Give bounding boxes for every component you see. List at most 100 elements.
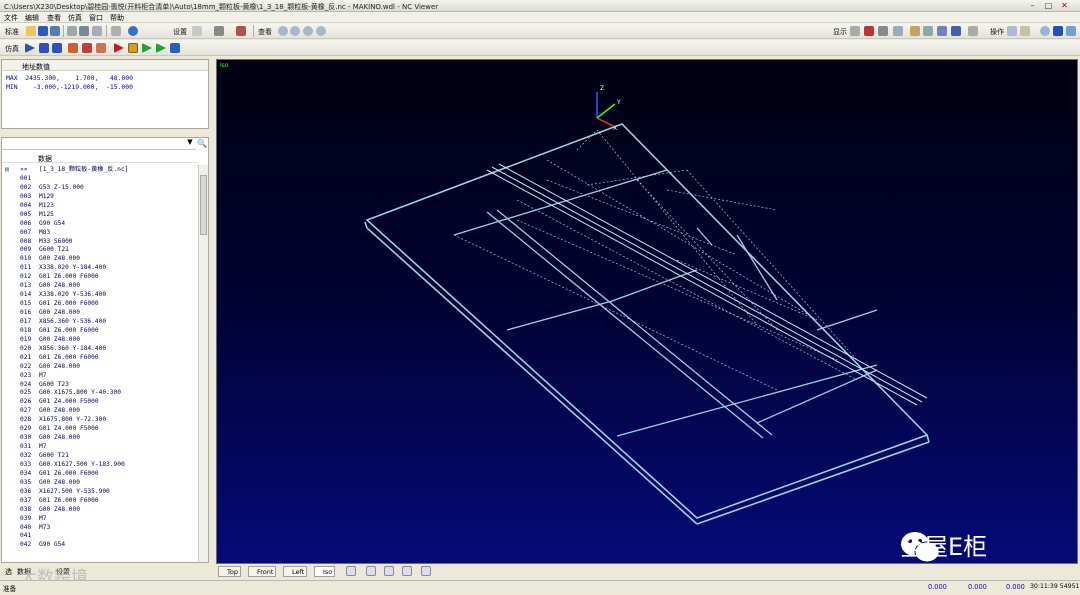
zoom-dynamic-icon[interactable] xyxy=(1040,26,1050,36)
code-line[interactable]: 039 M7 xyxy=(2,514,198,523)
code-line[interactable]: 032 G600 T21 xyxy=(2,451,198,460)
code-line[interactable]: 028 X1675.800 Y-72.300 xyxy=(2,415,198,424)
print-icon[interactable] xyxy=(79,26,89,36)
code-line[interactable]: 037 G01 Z6.000 F6000 xyxy=(2,496,198,505)
code-line-file[interactable]: ▤ »» [1_3_18_颗粒板-黄橡_反.nc] xyxy=(2,165,198,174)
code-line[interactable]: 023 M7 xyxy=(2,371,198,380)
stop-icon[interactable] xyxy=(52,43,62,53)
menu-view[interactable]: 查看 xyxy=(47,13,61,23)
code-line[interactable]: 005 M125 xyxy=(2,210,198,219)
zoom-in-icon[interactable] xyxy=(303,26,313,36)
run-next-icon[interactable] xyxy=(142,43,152,53)
tab-front[interactable]: Front xyxy=(248,566,277,577)
code-line[interactable]: 024 G600 T23 xyxy=(2,380,198,389)
close-button[interactable]: ✕ xyxy=(1058,1,1071,11)
code-line[interactable]: 025 G00 X1675.800 Y-40.300 xyxy=(2,388,198,397)
layout-split-v-icon[interactable] xyxy=(366,566,376,576)
zoom-out-icon[interactable] xyxy=(316,26,326,36)
print-preview-icon[interactable] xyxy=(92,26,102,36)
code-line[interactable]: 016 G00 Z48.000 xyxy=(2,308,198,317)
scroll-thumb[interactable] xyxy=(200,175,207,235)
pan-icon[interactable] xyxy=(1020,26,1030,36)
code-line[interactable]: 033 G00 X1627.500 Y-183.900 xyxy=(2,460,198,469)
code-line[interactable]: 042 G90 G54 xyxy=(2,540,198,549)
code-line[interactable]: 001 xyxy=(2,174,198,183)
display-fit-icon[interactable] xyxy=(968,26,978,36)
code-line[interactable]: 031 M7 xyxy=(2,442,198,451)
code-line[interactable]: 041 xyxy=(2,531,198,540)
menu-simulate[interactable]: 仿真 xyxy=(68,13,82,23)
tab-top[interactable]: Top xyxy=(218,566,241,577)
run-to-icon[interactable] xyxy=(114,43,124,53)
maximize-button[interactable]: □ xyxy=(1042,1,1055,11)
menu-help[interactable]: 帮助 xyxy=(110,13,124,23)
code-line[interactable]: 009 G600 T21 xyxy=(2,245,198,254)
menu-edit[interactable]: 编辑 xyxy=(25,13,39,23)
code-line[interactable]: 035 G00 Z48.000 xyxy=(2,478,198,487)
file-selector[interactable]: ▼ xyxy=(2,138,196,150)
code-line[interactable]: 029 G01 Z4.000 F5000 xyxy=(2,424,198,433)
code-line[interactable]: 021 G01 Z6.000 F6000 xyxy=(2,353,198,362)
code-line[interactable]: 010 G00 Z48.000 xyxy=(2,254,198,263)
open-folder-icon[interactable] xyxy=(26,26,36,36)
tool-icon[interactable] xyxy=(236,26,246,36)
display-shaded-icon[interactable] xyxy=(951,26,961,36)
tab-iso[interactable]: Iso xyxy=(314,566,336,577)
code-line[interactable]: 003 M129 xyxy=(2,192,198,201)
viewport-3d[interactable]: Iso Z Y X xyxy=(216,59,1078,564)
pause-icon[interactable] xyxy=(39,43,49,53)
copy-icon[interactable] xyxy=(67,26,77,36)
code-line[interactable]: 007 M83 xyxy=(2,228,198,237)
display-grid-icon[interactable] xyxy=(850,26,860,36)
code-line[interactable]: 008 M33 S6000 xyxy=(2,237,198,246)
run-loop-icon[interactable] xyxy=(170,43,180,53)
code-line[interactable]: 014 X338.020 Y-536.400 xyxy=(2,290,198,299)
chevron-down-icon[interactable]: ▼ xyxy=(185,138,195,149)
code-line[interactable]: 040 M73 xyxy=(2,523,198,532)
save-icon[interactable] xyxy=(38,26,48,36)
move-icon[interactable] xyxy=(1053,26,1063,36)
code-line[interactable]: 011 X338.020 Y-184.400 xyxy=(2,263,198,272)
help-icon[interactable] xyxy=(128,26,138,36)
code-line[interactable]: 038 G00 Z48.000 xyxy=(2,505,198,514)
menu-window[interactable]: 窗口 xyxy=(89,13,103,23)
code-line[interactable]: 022 G00 Z48.000 xyxy=(2,362,198,371)
code-line[interactable]: 002 G53 Z-15.000 xyxy=(2,183,198,192)
code-line[interactable]: 012 G01 Z6.000 F6000 xyxy=(2,272,198,281)
layout-single-icon[interactable] xyxy=(346,566,356,576)
display-axis-icon[interactable] xyxy=(864,26,874,36)
filter-icon[interactable] xyxy=(214,26,224,36)
settings-grid-icon[interactable] xyxy=(192,26,202,36)
code-line[interactable]: 036 X1627.500 Y-535.900 xyxy=(2,487,198,496)
code-scrollbar[interactable] xyxy=(198,165,208,562)
rotate-icon[interactable] xyxy=(1007,26,1017,36)
code-line[interactable]: 026 G01 Z4.000 F5000 xyxy=(2,397,198,406)
menu-file[interactable]: 文件 xyxy=(4,13,18,23)
code-line[interactable]: 004 M123 xyxy=(2,201,198,210)
code-line[interactable]: 013 G00 Z48.000 xyxy=(2,281,198,290)
display-path-icon[interactable] xyxy=(878,26,888,36)
display-wire-icon[interactable] xyxy=(937,26,947,36)
save-as-icon[interactable] xyxy=(50,26,60,36)
display-solid-icon[interactable] xyxy=(923,26,933,36)
code-line[interactable]: 019 G00 Z48.000 xyxy=(2,335,198,344)
code-line[interactable]: 015 G01 Z6.000 F6000 xyxy=(2,299,198,308)
tab-left[interactable]: Left xyxy=(283,566,308,577)
code-line[interactable]: 020 X856.360 Y-184.400 xyxy=(2,344,198,353)
code-line[interactable]: 018 G01 Z6.000 F6000 xyxy=(2,326,198,335)
layout-four-icon[interactable] xyxy=(421,566,431,576)
layout-three-icon[interactable] xyxy=(402,566,412,576)
refresh-icon[interactable] xyxy=(1066,26,1076,36)
code-line[interactable]: 027 G00 Z48.000 xyxy=(2,406,198,415)
reset-icon[interactable] xyxy=(96,43,106,53)
code-line[interactable]: 030 G00 Z48.000 xyxy=(2,433,198,442)
display-stock-icon[interactable] xyxy=(910,26,920,36)
run-end-icon[interactable] xyxy=(156,43,166,53)
step-icon[interactable] xyxy=(68,43,78,53)
code-line[interactable]: 034 G01 Z6.000 F6000 xyxy=(2,469,198,478)
minimize-button[interactable]: – xyxy=(1026,1,1039,11)
code-line[interactable]: 006 G90 G54 xyxy=(2,219,198,228)
code-line[interactable]: 017 X856.360 Y-536.400 xyxy=(2,317,198,326)
display-tool-icon[interactable] xyxy=(893,26,903,36)
breakpoint-icon[interactable] xyxy=(82,43,92,53)
